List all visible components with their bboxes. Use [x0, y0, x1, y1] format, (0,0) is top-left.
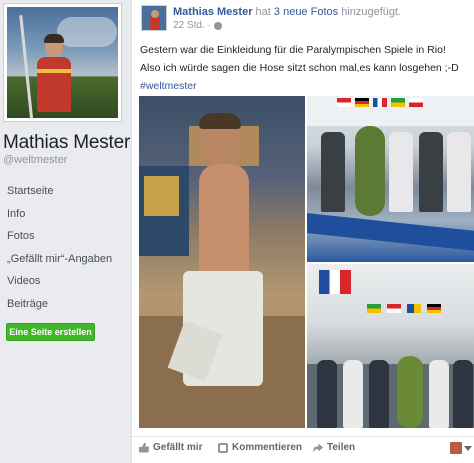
post-photo-main[interactable] [139, 96, 305, 428]
post-action-suffix: hinzugefügt. [341, 6, 402, 18]
comment-button[interactable]: Kommentieren [218, 442, 302, 453]
post-header: Mathias Mester hat 3 neue Fotos hinzugef… [173, 6, 401, 18]
thumbs-up-icon [139, 442, 149, 453]
flag [319, 270, 351, 294]
post-action-prefix: hat [255, 6, 271, 18]
nav-item-posts[interactable]: Beiträge [7, 297, 112, 320]
profile-sidebar: Mathias Mester @weltmester Startseite In… [0, 0, 130, 463]
banner [307, 213, 474, 251]
flag [391, 98, 405, 107]
flag [373, 98, 387, 107]
globe-icon [213, 21, 222, 30]
post-author[interactable]: Mathias Mester [173, 6, 252, 18]
plant [355, 126, 385, 216]
nav-item-home[interactable]: Startseite [7, 184, 112, 207]
profile-handle: @weltmester [3, 154, 68, 166]
author-avatar[interactable] [141, 5, 167, 31]
create-page-button[interactable]: Eine Seite erstellen [6, 323, 95, 341]
share-button[interactable]: Teilen [313, 442, 355, 453]
jersey-stripe [37, 69, 71, 73]
person-torso [199, 164, 249, 274]
person [369, 360, 389, 428]
nav-item-likes[interactable]: „Gefällt mir“-Angaben [7, 252, 112, 275]
mannequin [321, 132, 345, 212]
flag [409, 98, 423, 107]
chevron-down-icon[interactable] [464, 446, 472, 451]
hashtag-link[interactable]: #weltmester [140, 77, 459, 95]
viewer-avatar[interactable] [450, 442, 462, 454]
clothing-pile [144, 176, 179, 216]
post-text-line: Gestern war die Einkleidung für die Para… [140, 44, 446, 56]
share-icon [313, 443, 323, 453]
javelin [19, 15, 34, 118]
nav-item-photos[interactable]: Fotos [7, 229, 112, 252]
flag [407, 304, 421, 313]
avatar-head [151, 10, 159, 18]
post-photo-bottom-right[interactable] [307, 264, 474, 428]
cloud [57, 17, 117, 47]
mannequin [447, 132, 471, 212]
profile-name[interactable]: Mathias Mester [3, 132, 130, 154]
post-text: Gestern war die Einkleidung für die Para… [140, 41, 459, 95]
post-photo-top-right[interactable] [307, 96, 474, 262]
like-button[interactable]: Gefällt mir [139, 442, 202, 453]
person [429, 360, 449, 428]
post-timestamp[interactable]: 22 Std. · [173, 20, 211, 31]
profile-photo-image [7, 7, 118, 118]
facebook-page: Mathias Mester @weltmester Startseite In… [0, 0, 474, 463]
nav-item-videos[interactable]: Videos [7, 274, 112, 297]
person [343, 360, 363, 428]
like-label: Gefällt mir [153, 442, 203, 453]
athlete-hair [44, 34, 64, 43]
flag [427, 304, 441, 313]
comment-label: Kommentieren [232, 442, 303, 453]
mannequin [419, 132, 443, 212]
person [317, 360, 337, 428]
share-label: Teilen [327, 442, 356, 453]
person-hair [199, 113, 241, 129]
post-timestamp-row: 22 Std. · [173, 20, 222, 31]
photo-count-link[interactable]: 3 neue Fotos [274, 6, 338, 18]
mannequin [389, 132, 413, 212]
profile-picture[interactable] [3, 3, 122, 122]
comment-icon [218, 442, 228, 453]
flag [337, 98, 351, 107]
plant [397, 356, 423, 428]
flag [387, 304, 401, 313]
avatar-body [150, 17, 160, 30]
post-text-line: Also ich würde sagen die Hose sitzt scho… [140, 62, 459, 74]
post-actions-bar: Gefällt mir Kommentieren Teilen [132, 436, 474, 463]
profile-nav: Startseite Info Fotos „Gefällt mir“-Anga… [7, 184, 112, 320]
person [453, 360, 473, 428]
nav-item-info[interactable]: Info [7, 207, 112, 230]
athlete-body [37, 57, 71, 112]
flag [355, 98, 369, 107]
post-card: Mathias Mester hat 3 neue Fotos hinzugef… [131, 0, 474, 463]
flag [367, 304, 381, 313]
